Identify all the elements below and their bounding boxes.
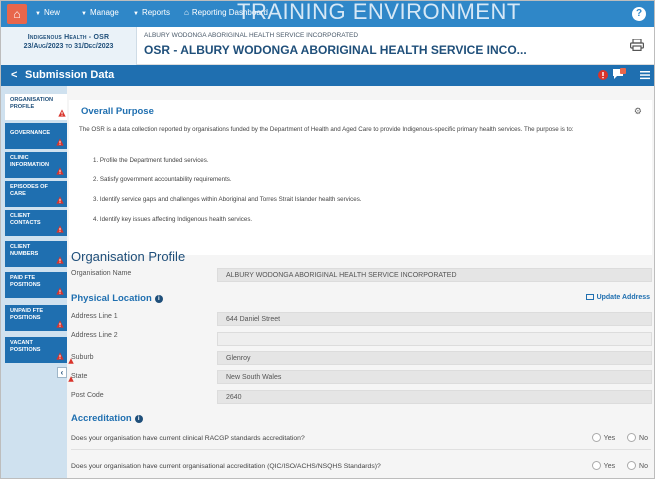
collapse-sidebar-button[interactable]: ‹ (57, 367, 67, 378)
caret-down-icon: ▼ (81, 11, 87, 17)
settings-icon[interactable]: ⚙ (634, 106, 642, 117)
collection-summary: Indigenous Health - OSR 23/Aug/2023 to 3… (1, 27, 137, 65)
warning-icon (56, 196, 64, 204)
organisation-name-small: ALBURY WODONGA ABORIGINAL HEALTH SERVICE… (144, 32, 359, 39)
top-nav-bar: ⌂ ▼ New ▼ Manage ▼ Reports ⌂ Reporting Dashb… (1, 1, 654, 27)
suburb-label: Suburb (71, 354, 94, 361)
home-icon: ⌂ (13, 7, 21, 21)
purpose-item: 1. Profile the Department funded service… (93, 157, 209, 164)
state-field: New South Wales (217, 370, 652, 384)
menu-icon[interactable] (640, 70, 650, 80)
warning-icon (56, 256, 64, 264)
caret-down-icon: ▼ (133, 11, 139, 17)
no-radio[interactable] (627, 433, 637, 442)
sidebar-item-vacant-positions[interactable]: VACANT POSITIONS (5, 337, 67, 363)
yes-radio[interactable] (591, 461, 601, 470)
purpose-item: 4. Identify key issues affecting Indigen… (93, 216, 253, 223)
address-line-1-label: Address Line 1 (71, 313, 118, 320)
purpose-item: 2. Satisfy government accountability req… (93, 176, 232, 183)
sidebar-item-unpaid-fte-positions[interactable]: UNPAID FTE POSITIONS (5, 305, 67, 331)
info-icon[interactable]: i (134, 415, 143, 423)
manage-menu[interactable]: ▼ Manage (81, 8, 119, 17)
envelope-icon (585, 294, 594, 300)
print-icon[interactable] (630, 39, 644, 51)
address-line-1-field: 644 Daniel Street (217, 312, 652, 326)
warning-icon (68, 376, 74, 382)
bank-icon: ⌂ (184, 8, 189, 17)
sidebar-item-clinic-information[interactable]: CLINIC INFORMATION (5, 152, 67, 178)
new-menu[interactable]: ▼ New (35, 8, 60, 17)
caret-down-icon: ▼ (35, 11, 41, 17)
reports-menu[interactable]: ▼ Reports (133, 8, 170, 17)
organisation-name-field: ALBURY WODONGA ABORIGINAL HEALTH SERVICE… (217, 268, 652, 282)
warning-icon (56, 167, 64, 175)
sidebar-item-governance[interactable]: GOVERNANCE (5, 123, 67, 149)
section-sidebar: ORGANISATION PROFILE GOVERNANCE CLINIC I… (1, 86, 69, 478)
reporting-period: 23/Aug/2023 to 31/Dec/2023 (23, 43, 114, 50)
info-icon[interactable]: i (154, 295, 163, 303)
update-address-button[interactable]: Update Address (585, 294, 650, 301)
sidebar-item-client-numbers[interactable]: CLIENT NUMBERS (5, 241, 67, 267)
submission-title: OSR - ALBURY WODONGA ABORIGINAL HEALTH S… (144, 43, 527, 57)
submission-header: Indigenous Health - OSR 23/Aug/2023 to 3… (1, 27, 654, 65)
suburb-field: Glenroy (217, 351, 652, 365)
warning-icon[interactable] (598, 70, 608, 80)
racgp-accreditation-options: Yes No (582, 433, 648, 442)
purpose-item: 3. Identify service gaps and challenges … (93, 196, 362, 203)
chevron-left-icon: ‹ (60, 368, 64, 377)
warning-icon (56, 225, 64, 233)
physical-location-heading: Physical Location i (71, 293, 163, 304)
warning-icon (56, 287, 64, 295)
collection-name: Indigenous Health - OSR (27, 34, 110, 41)
purpose-title: Overall Purpose (81, 106, 154, 117)
warning-icon (56, 352, 64, 360)
main-content: Overall Purpose ⚙ The OSR is a data coll… (67, 86, 654, 478)
address-line-2-field (217, 332, 652, 346)
overall-purpose-panel: Overall Purpose ⚙ The OSR is a data coll… (69, 100, 652, 255)
organisation-name-label: Organisation Name (71, 270, 132, 277)
racgp-accreditation-question: Does your organisation have current clin… (71, 435, 305, 442)
sidebar-item-episodes-of-care[interactable]: EPISODES OF CARE (5, 181, 67, 207)
accreditation-heading: Accreditation i (71, 413, 143, 424)
organisational-accreditation-question: Does your organisation have current orga… (71, 463, 381, 470)
yes-radio[interactable] (591, 433, 601, 442)
section-title: Submission Data (25, 69, 115, 81)
app-window: ⌂ ▼ New ▼ Manage ▼ Reports ⌂ Reporting Dashb… (0, 0, 655, 479)
warning-icon (68, 358, 74, 364)
back-chevron-icon[interactable]: < (11, 69, 17, 81)
home-button[interactable]: ⌂ (7, 4, 27, 24)
help-icon[interactable]: ? (632, 7, 646, 21)
comment-icon[interactable] (612, 68, 626, 80)
warning-icon (56, 138, 64, 146)
address-line-2-label: Address Line 2 (71, 332, 118, 339)
organisation-profile-heading: Organisation Profile (71, 249, 186, 264)
post-code-label: Post Code (71, 392, 104, 399)
warning-icon (56, 320, 64, 328)
divider (71, 449, 651, 450)
organisational-accreditation-options: Yes No (582, 461, 648, 470)
sidebar-item-organisation-profile[interactable]: ORGANISATION PROFILE (5, 94, 69, 120)
sidebar-item-paid-fte-positions[interactable]: PAID FTE POSITIONS (5, 272, 67, 298)
post-code-field: 2640 (217, 390, 652, 404)
warning-icon (58, 109, 66, 117)
environment-banner: TRAINING ENVIRONMENT (237, 0, 521, 24)
sidebar-item-client-contacts[interactable]: CLIENT CONTACTS (5, 210, 67, 236)
purpose-intro: The OSR is a data collection reported by… (79, 126, 574, 133)
submission-data-bar: < Submission Data (1, 65, 654, 86)
no-radio[interactable] (627, 461, 637, 470)
